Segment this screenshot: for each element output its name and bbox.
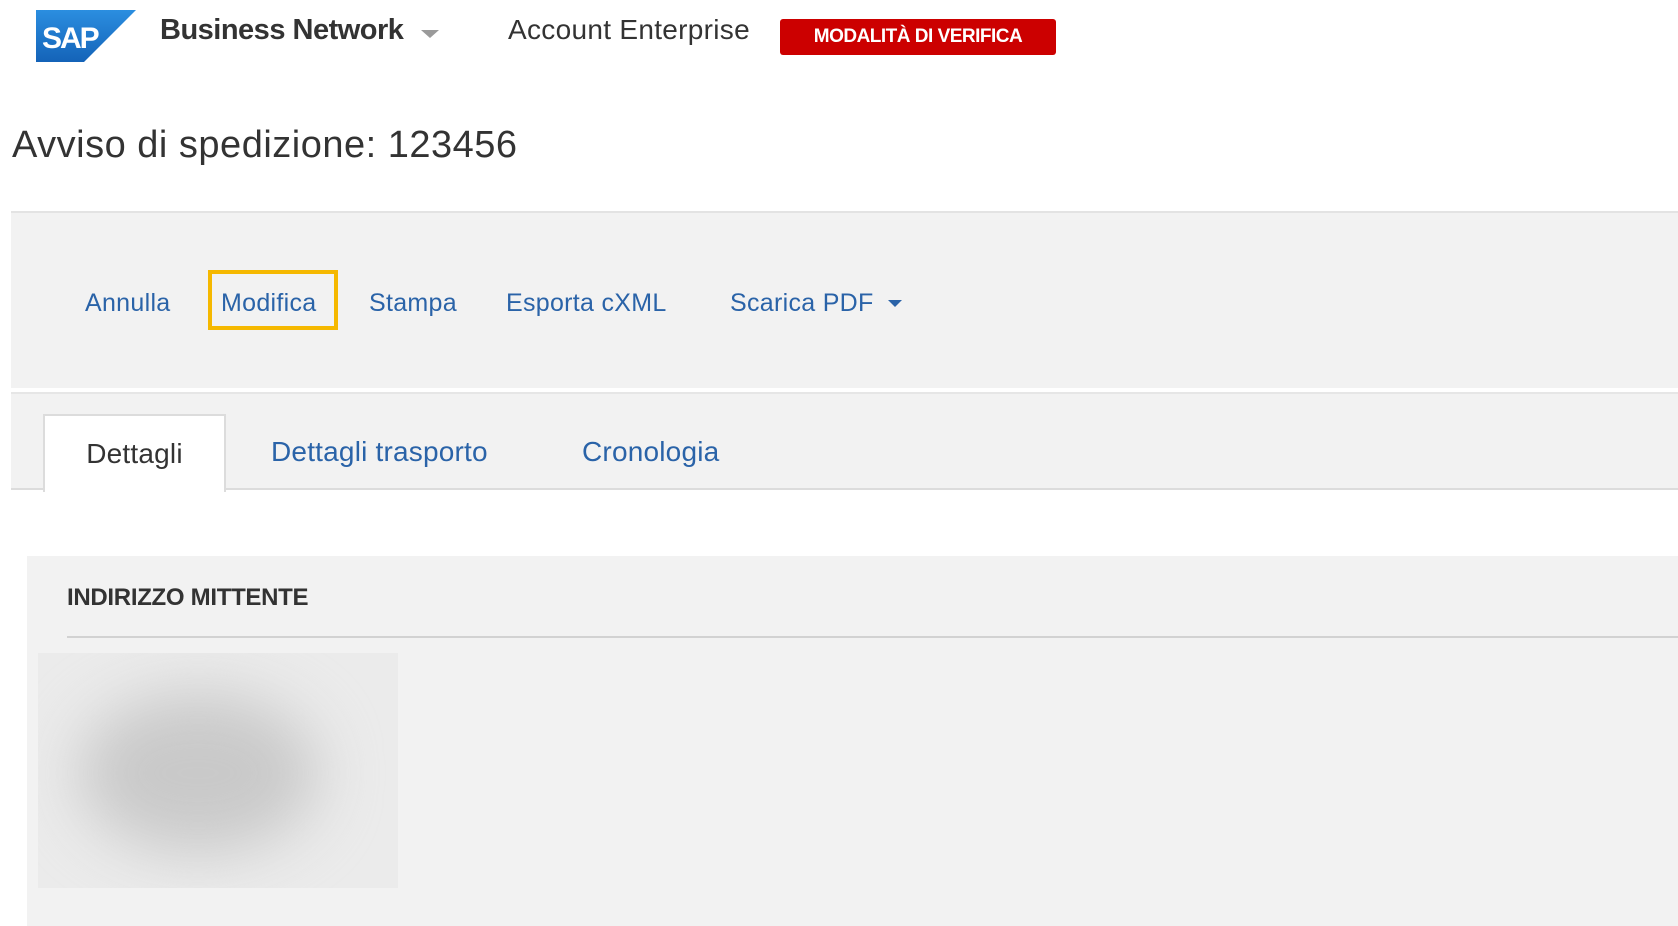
action-toolbar: Annulla Modifica Stampa Esporta cXML Sca… <box>11 211 1678 388</box>
print-button[interactable]: Stampa <box>369 289 457 318</box>
account-type-label: Account Enterprise <box>508 14 750 45</box>
product-name: Business Network <box>160 13 404 46</box>
tab-details[interactable]: Dettagli <box>43 414 226 492</box>
sap-logo-icon: SAP <box>36 10 136 62</box>
tab-bar: Dettagli Dettagli trasporto Cronologia <box>11 392 1678 492</box>
cancel-button[interactable]: Annulla <box>85 289 171 318</box>
caret-down-icon <box>887 300 902 307</box>
top-header: SAP Business Network Account Enterprise … <box>0 0 1678 70</box>
tab-transport-details[interactable]: Dettagli trasporto <box>271 414 488 490</box>
download-pdf-dropdown[interactable]: Scarica PDF <box>730 289 902 318</box>
section-divider <box>67 636 1678 638</box>
export-cxml-button[interactable]: Esporta cXML <box>506 289 667 318</box>
page-title: Avviso di spedizione: 123456 <box>12 124 518 166</box>
redacted-address-block <box>38 653 398 888</box>
download-pdf-label: Scarica PDF <box>730 289 874 317</box>
edit-button[interactable]: Modifica <box>221 289 317 318</box>
details-panel: INDIRIZZO MITTENTE <box>27 556 1678 926</box>
tab-history[interactable]: Cronologia <box>582 414 719 490</box>
ship-from-section-title: INDIRIZZO MITTENTE <box>67 584 309 611</box>
redaction-blur <box>78 693 318 853</box>
product-switcher[interactable]: Business Network <box>160 10 440 50</box>
test-mode-badge: MODALITÀ DI VERIFICA <box>780 19 1056 55</box>
svg-text:SAP: SAP <box>42 22 99 55</box>
chevron-down-icon <box>421 30 440 38</box>
page: SAP Business Network Account Enterprise … <box>0 0 1678 926</box>
sap-logo[interactable]: SAP <box>36 10 136 62</box>
